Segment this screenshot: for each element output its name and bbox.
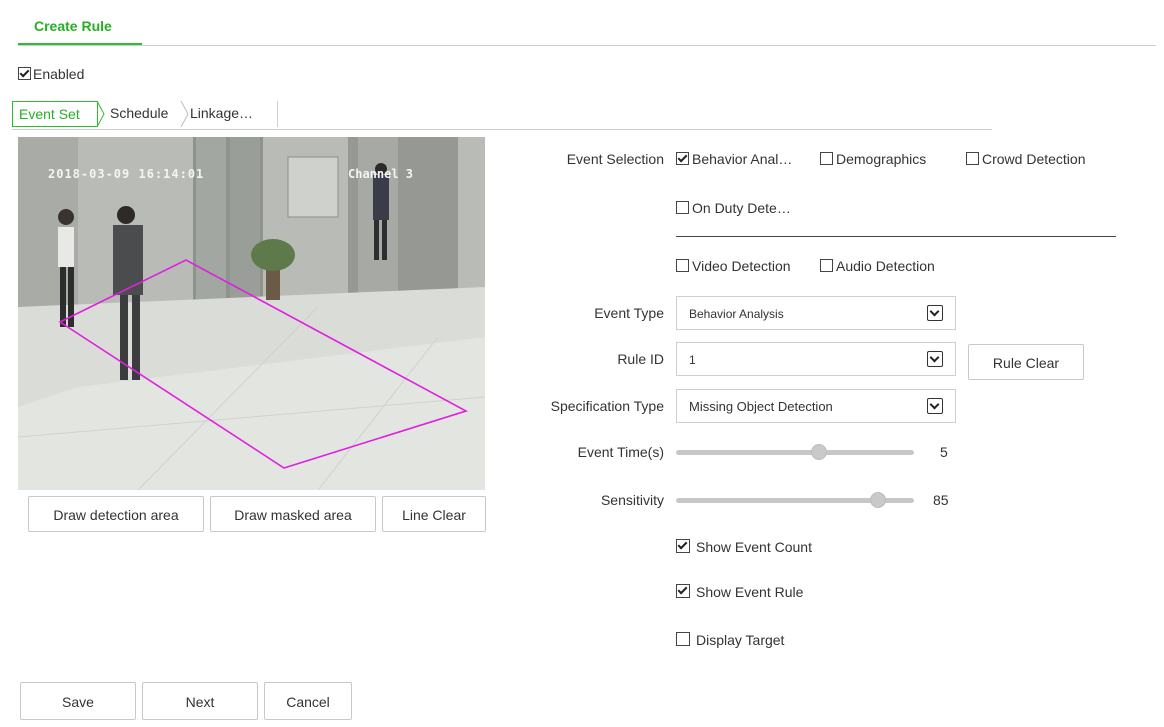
event-time-slider[interactable] xyxy=(676,444,914,460)
tab-linkage-label: Linkage… xyxy=(190,105,254,121)
demographics-label: Demographics xyxy=(836,151,927,167)
audio-detection-label: Audio Detection xyxy=(836,258,935,274)
behavior-analysis-checkbox[interactable] xyxy=(676,152,689,165)
video-detection-option[interactable]: Video Detection xyxy=(676,258,791,274)
show-event-count-option[interactable]: Show Event Count xyxy=(676,539,812,555)
draw-detection-area-button[interactable]: Draw detection area xyxy=(28,496,204,532)
audio-detection-option[interactable]: Audio Detection xyxy=(820,258,935,274)
event-time-slider-thumb[interactable] xyxy=(810,444,827,460)
video-frame-image xyxy=(18,137,485,490)
event-behavior-analysis-option[interactable]: Behavior Anal… xyxy=(676,151,792,167)
display-target-checkbox[interactable] xyxy=(676,632,690,646)
tab-schedule-label: Schedule xyxy=(110,105,169,121)
event-type-select[interactable]: Behavior Analysis xyxy=(676,296,956,330)
draw-masked-area-button[interactable]: Draw masked area xyxy=(210,496,376,532)
specification-type-value: Missing Object Detection xyxy=(689,399,833,414)
audio-detection-checkbox[interactable] xyxy=(820,259,833,272)
on-duty-checkbox[interactable] xyxy=(676,201,689,214)
next-button[interactable]: Next xyxy=(142,682,258,720)
video-detection-label: Video Detection xyxy=(692,258,791,274)
video-detection-checkbox[interactable] xyxy=(676,259,689,272)
show-event-rule-option[interactable]: Show Event Rule xyxy=(676,584,803,600)
chevron-down-icon xyxy=(927,305,943,321)
event-demographics-option[interactable]: Demographics xyxy=(820,151,926,167)
tab-create-rule-label: Create Rule xyxy=(34,18,112,34)
rule-id-label: Rule ID xyxy=(617,351,664,367)
tab-event-set-label: Event Set xyxy=(19,106,80,122)
event-time-label: Event Time(s) xyxy=(577,444,664,460)
show-event-count-checkbox[interactable] xyxy=(676,539,690,553)
chevron-down-icon xyxy=(927,351,943,367)
show-event-count-label: Show Event Count xyxy=(696,539,812,555)
event-type-value: Behavior Analysis xyxy=(689,307,784,321)
display-target-option[interactable]: Display Target xyxy=(676,632,784,648)
sensitivity-slider-thumb[interactable] xyxy=(870,492,887,508)
rule-id-value: 1 xyxy=(689,353,696,367)
sensitivity-label: Sensitivity xyxy=(600,492,664,508)
show-event-rule-label: Show Event Rule xyxy=(696,584,804,600)
tab-schedule[interactable]: Schedule xyxy=(104,101,184,127)
cancel-button[interactable]: Cancel xyxy=(264,682,352,720)
crowd-detection-checkbox[interactable] xyxy=(966,152,979,165)
demographics-checkbox[interactable] xyxy=(820,152,833,165)
sub-tab-divider xyxy=(12,129,992,130)
enabled-checkbox[interactable] xyxy=(18,67,31,80)
tab-event-set[interactable]: Event Set xyxy=(12,101,98,127)
video-channel-label: Channel 3 xyxy=(348,167,414,181)
sensitivity-slider[interactable] xyxy=(676,492,914,508)
event-time-slider-track xyxy=(676,450,914,455)
enabled-checkbox-row[interactable]: Enabled xyxy=(18,66,84,82)
save-button[interactable]: Save xyxy=(20,682,136,720)
show-event-rule-checkbox[interactable] xyxy=(676,584,690,598)
enabled-label: Enabled xyxy=(33,66,85,82)
rule-clear-button[interactable]: Rule Clear xyxy=(968,344,1084,380)
event-selection-divider xyxy=(676,236,1116,237)
event-crowd-detection-option[interactable]: Crowd Detection xyxy=(966,151,1086,167)
video-timestamp: 2018-03-09 16:14:01 xyxy=(48,167,205,181)
rule-id-select[interactable]: 1 xyxy=(676,342,956,376)
video-preview[interactable]: 2018-03-09 16:14:01 Channel 3 xyxy=(18,137,485,490)
behavior-analysis-label: Behavior Anal… xyxy=(692,151,793,167)
specification-type-select[interactable]: Missing Object Detection xyxy=(676,389,956,423)
sensitivity-value: 85 xyxy=(933,492,949,508)
tab-divider xyxy=(18,45,1156,46)
specification-type-label: Specification Type xyxy=(550,398,664,414)
display-target-label: Display Target xyxy=(696,632,785,648)
crowd-detection-label: Crowd Detection xyxy=(982,151,1086,167)
tab-linkage[interactable]: Linkage… xyxy=(184,101,278,127)
event-selection-label: Event Selection xyxy=(566,151,664,167)
chevron-down-icon xyxy=(927,398,943,414)
event-time-value: 5 xyxy=(940,444,948,460)
event-type-label: Event Type xyxy=(594,305,664,321)
event-on-duty-option[interactable]: On Duty Dete… xyxy=(676,200,791,216)
on-duty-label: On Duty Dete… xyxy=(692,200,791,216)
tab-create-rule[interactable]: Create Rule xyxy=(18,8,142,46)
line-clear-button[interactable]: Line Clear xyxy=(382,496,486,532)
